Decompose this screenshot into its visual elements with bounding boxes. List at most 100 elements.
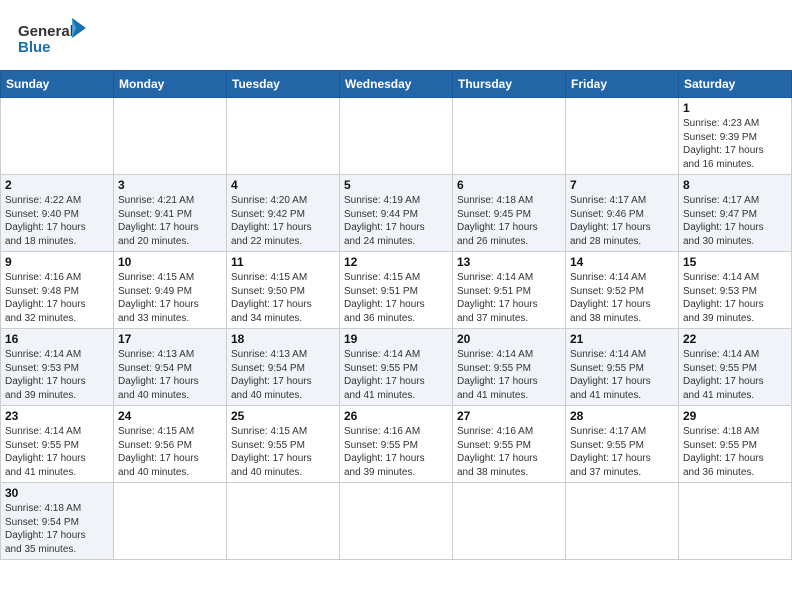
calendar-cell: 24 Sunrise: 4:15 AM Sunset: 9:56 PM Dayli… (114, 406, 227, 483)
day-info: Sunrise: 4:17 AM Sunset: 9:55 PM Dayligh… (570, 425, 674, 479)
day-number: 20 (457, 332, 561, 346)
day-number: 21 (570, 332, 674, 346)
day-info: Sunrise: 4:14 AM Sunset: 9:55 PM Dayligh… (5, 425, 109, 479)
calendar-cell: 3 Sunrise: 4:21 AM Sunset: 9:41 PM Daylig… (114, 175, 227, 252)
day-number: 22 (683, 332, 787, 346)
day-info: Sunrise: 4:17 AM Sunset: 9:46 PM Dayligh… (570, 194, 674, 248)
day-info: Sunrise: 4:15 AM Sunset: 9:50 PM Dayligh… (231, 271, 335, 325)
calendar-cell: 13 Sunrise: 4:14 AM Sunset: 9:51 PM Dayli… (453, 252, 566, 329)
calendar-cell: 28 Sunrise: 4:17 AM Sunset: 9:55 PM Dayli… (566, 406, 679, 483)
calendar-cell: 15Sunrise: 4:14 AM Sunset: 9:53 PM Dayli… (679, 252, 792, 329)
calendar-cell: 30 Sunrise: 4:18 AM Sunset: 9:54 PM Dayli… (1, 483, 114, 560)
logo: General Blue (18, 14, 86, 62)
day-info: Sunrise: 4:14 AM Sunset: 9:55 PM Dayligh… (344, 348, 448, 402)
day-number: 28 (570, 409, 674, 423)
day-number: 25 (231, 409, 335, 423)
calendar-table: SundayMondayTuesdayWednesdayThursdayFrid… (0, 70, 792, 560)
calendar-cell (566, 483, 679, 560)
calendar-cell (114, 483, 227, 560)
day-number: 30 (5, 486, 109, 500)
calendar-cell: 26Sunrise: 4:16 AM Sunset: 9:55 PM Dayli… (340, 406, 453, 483)
calendar-week-4: 16 Sunrise: 4:14 AM Sunset: 9:53 PM Dayli… (1, 329, 792, 406)
weekday-thursday: Thursday (453, 71, 566, 98)
calendar-cell: 11 Sunrise: 4:15 AM Sunset: 9:50 PM Dayli… (227, 252, 340, 329)
calendar-cell: 7 Sunrise: 4:17 AM Sunset: 9:46 PM Daylig… (566, 175, 679, 252)
calendar-cell: 14Sunrise: 4:14 AM Sunset: 9:52 PM Dayli… (566, 252, 679, 329)
calendar-week-5: 23Sunrise: 4:14 AM Sunset: 9:55 PM Dayli… (1, 406, 792, 483)
day-number: 6 (457, 178, 561, 192)
calendar-cell: 20 Sunrise: 4:14 AM Sunset: 9:55 PM Dayli… (453, 329, 566, 406)
day-number: 13 (457, 255, 561, 269)
calendar-cell: 10Sunrise: 4:15 AM Sunset: 9:49 PM Dayli… (114, 252, 227, 329)
weekday-wednesday: Wednesday (340, 71, 453, 98)
calendar-cell (453, 98, 566, 175)
calendar-cell: 27Sunrise: 4:16 AM Sunset: 9:55 PM Dayli… (453, 406, 566, 483)
day-number: 3 (118, 178, 222, 192)
day-info: Sunrise: 4:13 AM Sunset: 9:54 PM Dayligh… (231, 348, 335, 402)
day-number: 26 (344, 409, 448, 423)
day-number: 2 (5, 178, 109, 192)
calendar-cell: 9Sunrise: 4:16 AM Sunset: 9:48 PM Daylig… (1, 252, 114, 329)
weekday-sunday: Sunday (1, 71, 114, 98)
page-header: General Blue (0, 0, 792, 70)
day-info: Sunrise: 4:23 AM Sunset: 9:39 PM Dayligh… (683, 117, 787, 171)
day-info: Sunrise: 4:15 AM Sunset: 9:55 PM Dayligh… (231, 425, 335, 479)
calendar-cell (227, 98, 340, 175)
calendar-cell (453, 483, 566, 560)
calendar-cell (340, 483, 453, 560)
day-number: 17 (118, 332, 222, 346)
day-info: Sunrise: 4:14 AM Sunset: 9:53 PM Dayligh… (5, 348, 109, 402)
day-number: 12 (344, 255, 448, 269)
weekday-friday: Friday (566, 71, 679, 98)
day-info: Sunrise: 4:14 AM Sunset: 9:55 PM Dayligh… (457, 348, 561, 402)
calendar-week-6: 30 Sunrise: 4:18 AM Sunset: 9:54 PM Dayli… (1, 483, 792, 560)
day-number: 18 (231, 332, 335, 346)
calendar-cell: 19 Sunrise: 4:14 AM Sunset: 9:55 PM Dayli… (340, 329, 453, 406)
calendar-cell: 18 Sunrise: 4:13 AM Sunset: 9:54 PM Dayli… (227, 329, 340, 406)
day-info: Sunrise: 4:14 AM Sunset: 9:53 PM Dayligh… (683, 271, 787, 325)
calendar-cell (227, 483, 340, 560)
calendar-cell: 5 Sunrise: 4:19 AM Sunset: 9:44 PM Daylig… (340, 175, 453, 252)
calendar-cell: 6 Sunrise: 4:18 AM Sunset: 9:45 PM Daylig… (453, 175, 566, 252)
logo-icon: General Blue (18, 14, 86, 62)
day-number: 14 (570, 255, 674, 269)
calendar-cell (340, 98, 453, 175)
day-info: Sunrise: 4:15 AM Sunset: 9:56 PM Dayligh… (118, 425, 222, 479)
calendar-cell: 1Sunrise: 4:23 AM Sunset: 9:39 PM Daylig… (679, 98, 792, 175)
calendar-cell: 17 Sunrise: 4:13 AM Sunset: 9:54 PM Dayli… (114, 329, 227, 406)
day-info: Sunrise: 4:21 AM Sunset: 9:41 PM Dayligh… (118, 194, 222, 248)
calendar-week-2: 2Sunrise: 4:22 AM Sunset: 9:40 PM Daylig… (1, 175, 792, 252)
weekday-header-row: SundayMondayTuesdayWednesdayThursdayFrid… (1, 71, 792, 98)
calendar-cell: 8 Sunrise: 4:17 AM Sunset: 9:47 PM Daylig… (679, 175, 792, 252)
day-info: Sunrise: 4:16 AM Sunset: 9:55 PM Dayligh… (457, 425, 561, 479)
calendar-cell (566, 98, 679, 175)
day-info: Sunrise: 4:18 AM Sunset: 9:55 PM Dayligh… (683, 425, 787, 479)
day-number: 4 (231, 178, 335, 192)
calendar-cell: 12Sunrise: 4:15 AM Sunset: 9:51 PM Dayli… (340, 252, 453, 329)
calendar-week-3: 9Sunrise: 4:16 AM Sunset: 9:48 PM Daylig… (1, 252, 792, 329)
day-number: 10 (118, 255, 222, 269)
day-info: Sunrise: 4:17 AM Sunset: 9:47 PM Dayligh… (683, 194, 787, 248)
calendar-cell: 22Sunrise: 4:14 AM Sunset: 9:55 PM Dayli… (679, 329, 792, 406)
day-number: 11 (231, 255, 335, 269)
day-info: Sunrise: 4:18 AM Sunset: 9:45 PM Dayligh… (457, 194, 561, 248)
day-info: Sunrise: 4:13 AM Sunset: 9:54 PM Dayligh… (118, 348, 222, 402)
day-info: Sunrise: 4:16 AM Sunset: 9:48 PM Dayligh… (5, 271, 109, 325)
day-info: Sunrise: 4:19 AM Sunset: 9:44 PM Dayligh… (344, 194, 448, 248)
calendar-cell: 23Sunrise: 4:14 AM Sunset: 9:55 PM Dayli… (1, 406, 114, 483)
calendar-cell: 29Sunrise: 4:18 AM Sunset: 9:55 PM Dayli… (679, 406, 792, 483)
day-number: 16 (5, 332, 109, 346)
day-number: 8 (683, 178, 787, 192)
day-number: 19 (344, 332, 448, 346)
calendar-cell: 16 Sunrise: 4:14 AM Sunset: 9:53 PM Dayli… (1, 329, 114, 406)
day-info: Sunrise: 4:14 AM Sunset: 9:51 PM Dayligh… (457, 271, 561, 325)
day-number: 24 (118, 409, 222, 423)
calendar-cell: 2Sunrise: 4:22 AM Sunset: 9:40 PM Daylig… (1, 175, 114, 252)
day-info: Sunrise: 4:20 AM Sunset: 9:42 PM Dayligh… (231, 194, 335, 248)
day-info: Sunrise: 4:18 AM Sunset: 9:54 PM Dayligh… (5, 502, 109, 556)
calendar-cell: 25 Sunrise: 4:15 AM Sunset: 9:55 PM Dayli… (227, 406, 340, 483)
svg-text:General: General (18, 23, 74, 40)
day-number: 5 (344, 178, 448, 192)
svg-text:Blue: Blue (18, 39, 51, 56)
day-number: 7 (570, 178, 674, 192)
